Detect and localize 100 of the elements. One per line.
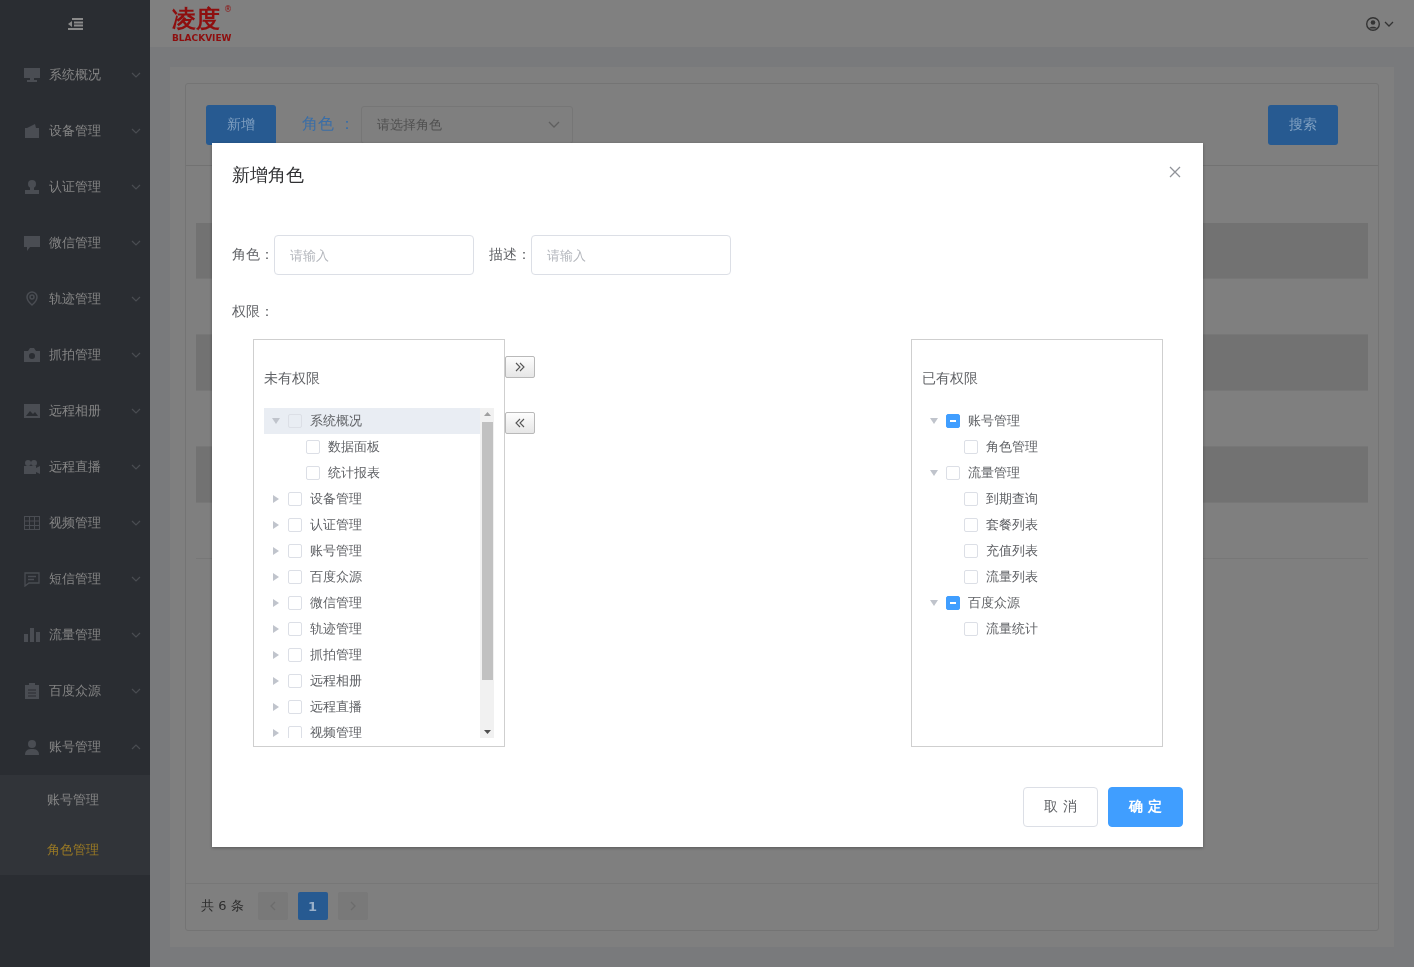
caret-icon[interactable] <box>273 573 279 581</box>
chevron-icon[interactable] <box>131 464 141 470</box>
add-button[interactable]: 新增 <box>206 104 276 145</box>
sidebar-label: 账号管理 <box>49 738 102 756</box>
tree-row[interactable]: 账号管理 <box>264 538 480 564</box>
sidebar-label: 远程直播 <box>49 458 102 476</box>
tree-row[interactable]: 系统概况 <box>264 408 480 434</box>
tree-label: 设备管理 <box>310 490 362 508</box>
chevron-icon[interactable] <box>131 240 141 246</box>
close-icon[interactable] <box>1169 166 1181 178</box>
caret-icon[interactable] <box>930 470 938 476</box>
tree-row[interactable]: 百度众源 <box>264 564 480 590</box>
tree-label: 认证管理 <box>310 516 362 534</box>
caret-icon[interactable] <box>273 703 279 711</box>
sidebar-item[interactable]: 设备管理 <box>0 103 150 159</box>
sidebar-label: 百度众源 <box>49 682 102 700</box>
page-button[interactable]: 1 <box>297 892 328 920</box>
sidebar-item[interactable]: 视频管理 <box>0 495 150 551</box>
cancel-button[interactable]: 取 消 <box>1023 787 1098 827</box>
sidebar-item[interactable]: 流量管理 <box>0 607 150 663</box>
sidebar-label: 短信管理 <box>49 570 102 588</box>
chevron-icon[interactable] <box>131 520 141 526</box>
input-field[interactable]: 请输入 <box>274 235 474 275</box>
menu-icon[interactable] <box>67 17 83 30</box>
tree-row[interactable]: 设备管理 <box>264 486 480 512</box>
checkbox[interactable] <box>946 414 960 428</box>
tree-label: 远程直播 <box>310 698 362 716</box>
sidebar-item[interactable]: 账号管理 <box>0 719 150 775</box>
submenu-item[interactable]: 账号管理 <box>0 775 150 825</box>
caret-icon[interactable] <box>273 547 279 555</box>
sidebar-item[interactable]: 百度众源 <box>0 663 150 719</box>
logo-text: 凌度 <box>172 4 221 33</box>
tree-label: 流量列表 <box>986 568 1038 586</box>
tree-row[interactable]: 远程直播 <box>264 694 480 720</box>
scroll-up-icon[interactable] <box>483 412 491 416</box>
tree-row[interactable]: 远程相册 <box>264 668 480 694</box>
tree-label: 微信管理 <box>310 594 362 612</box>
scrollbar[interactable] <box>480 408 494 738</box>
tree-row[interactable]: 微信管理 <box>264 590 480 616</box>
search-button[interactable]: 搜索 <box>1268 104 1338 145</box>
tree-label: 套餐列表 <box>986 516 1038 534</box>
total-count: 共 6 条 <box>201 897 244 915</box>
sidebar-item[interactable]: 系统概况 <box>0 47 150 103</box>
caret-icon[interactable] <box>273 625 279 633</box>
message-icon <box>24 571 40 587</box>
chevron-icon[interactable] <box>131 744 141 750</box>
caret-icon[interactable] <box>273 495 279 503</box>
caret-icon[interactable] <box>930 418 938 424</box>
caret-icon[interactable] <box>272 418 280 424</box>
move-left-button[interactable] <box>505 412 535 434</box>
grid-icon <box>24 516 40 530</box>
scroll-down-icon[interactable] <box>483 730 491 734</box>
tree-row[interactable]: 账号管理 <box>922 408 1152 434</box>
sidebar-item[interactable]: 抓拍管理 <box>0 327 150 383</box>
caret-icon[interactable] <box>273 651 279 659</box>
sidebar-item[interactable]: 远程相册 <box>0 383 150 439</box>
chevron-icon[interactable] <box>131 128 141 134</box>
sidebar-label: 设备管理 <box>49 122 102 140</box>
submenu-item[interactable]: 角色管理 <box>0 825 150 875</box>
caret-icon[interactable] <box>273 729 279 737</box>
chevron-icon[interactable] <box>131 184 141 190</box>
sidebar-item[interactable]: 远程直播 <box>0 439 150 495</box>
sidebar-label: 认证管理 <box>49 178 102 196</box>
input-field[interactable]: 请输入 <box>531 235 731 275</box>
confirm-button[interactable]: 确 定 <box>1108 787 1183 827</box>
sidebar-item[interactable]: 微信管理 <box>0 215 150 271</box>
chevron-icon[interactable] <box>131 352 141 358</box>
chevron-icon[interactable] <box>131 72 141 78</box>
chat-icon <box>24 235 40 251</box>
caret-icon[interactable] <box>930 600 938 606</box>
tree-label: 轨迹管理 <box>310 620 362 638</box>
caret-icon[interactable] <box>273 599 279 607</box>
move-right-button[interactable] <box>505 356 535 378</box>
chevron-icon[interactable] <box>131 632 141 638</box>
bar-chart-icon <box>24 628 40 642</box>
sidebar-label: 轨迹管理 <box>49 290 102 308</box>
caret-icon[interactable] <box>1384 20 1394 27</box>
tree-label: 角色管理 <box>986 438 1038 456</box>
person-icon <box>24 180 40 194</box>
caret-icon[interactable] <box>273 521 279 529</box>
tree-label: 百度众源 <box>310 568 362 586</box>
tree-row[interactable]: 百度众源 <box>922 590 1152 616</box>
chevron-icon[interactable] <box>131 576 141 582</box>
sidebar-item[interactable]: 短信管理 <box>0 551 150 607</box>
caret-icon[interactable] <box>273 677 279 685</box>
tree-row[interactable]: 流量管理 <box>922 460 1152 486</box>
sidebar-item[interactable]: 认证管理 <box>0 159 150 215</box>
tree-row[interactable]: 认证管理 <box>264 512 480 538</box>
tree-row[interactable]: 抓拍管理 <box>264 642 480 668</box>
sidebar-item[interactable]: 轨迹管理 <box>0 271 150 327</box>
chevron-icon[interactable] <box>131 688 141 694</box>
chevron-icon[interactable] <box>131 408 141 414</box>
image-icon <box>24 404 40 418</box>
field-label: 角色： <box>232 246 274 264</box>
tree-label: 账号管理 <box>968 412 1020 430</box>
checkbox[interactable] <box>946 596 960 610</box>
user-icon[interactable] <box>1366 16 1380 31</box>
tree-row[interactable]: 轨迹管理 <box>264 616 480 642</box>
chevron-icon[interactable] <box>131 296 141 302</box>
monitor-icon <box>24 68 40 82</box>
